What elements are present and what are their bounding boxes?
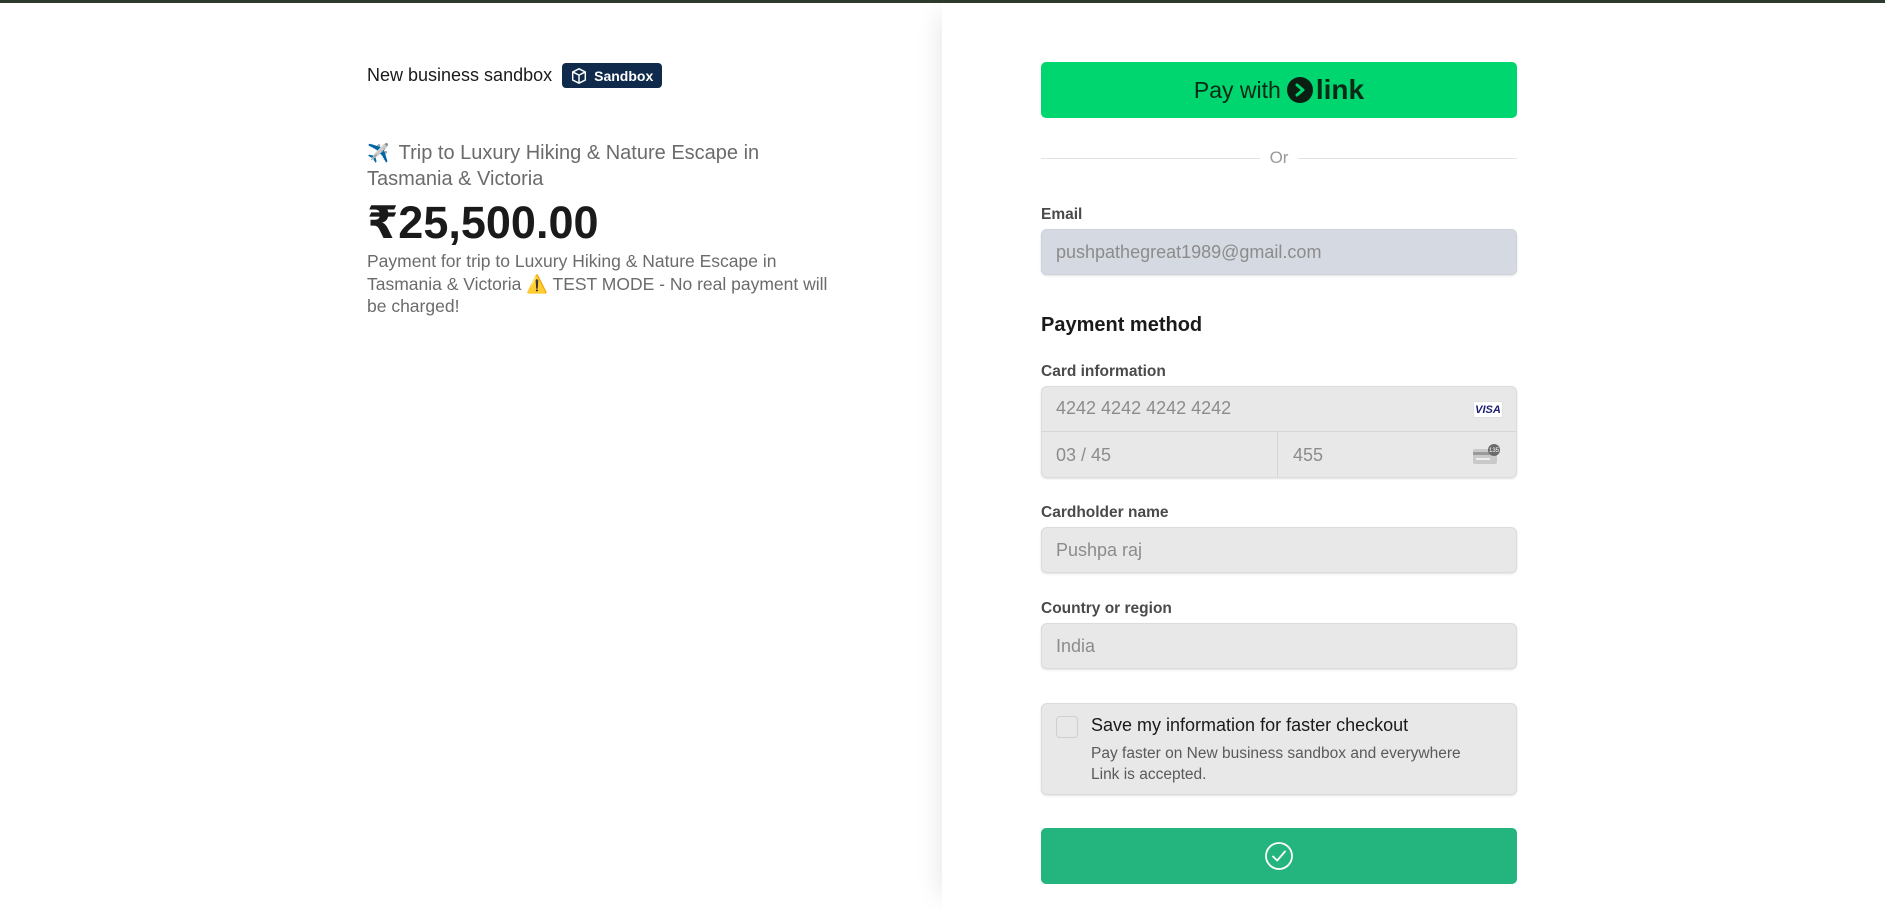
- cvc-card-icon: 135: [1473, 444, 1500, 464]
- sandbox-badge-label: Sandbox: [594, 67, 654, 84]
- merchant-header: New business sandbox Sandbox: [367, 63, 663, 88]
- pay-button[interactable]: [1041, 828, 1517, 884]
- save-info-description: Pay faster on New business sandbox and e…: [1091, 745, 1461, 783]
- or-text: Or: [1269, 148, 1289, 167]
- card-info-group: 4242 4242 4242 4242 VISA 03 / 45 455 135: [1041, 386, 1517, 478]
- card-expiry-field[interactable]: 03 / 45: [1041, 432, 1278, 478]
- divider-line-left: [1041, 157, 1260, 159]
- country-label: Country or region: [1041, 600, 1172, 617]
- business-name: New business sandbox: [367, 65, 553, 85]
- link-arrow-icon: [1286, 77, 1313, 103]
- product-title-text: Trip to Luxury Hiking & Nature Escape in…: [367, 142, 760, 190]
- email-field[interactable]: pushpathegreat1989@gmail.com: [1041, 229, 1517, 275]
- save-info-checkbox[interactable]: [1056, 716, 1078, 738]
- or-divider: Or: [1041, 148, 1518, 168]
- cvc-icon-digits: 135: [1489, 448, 1500, 454]
- card-number-field[interactable]: 4242 4242 4242 4242 VISA: [1041, 386, 1517, 432]
- pay-with-label: Pay with: [1193, 76, 1281, 103]
- total-amount: ₹25,500.00: [367, 197, 599, 248]
- card-number-value: 4242 4242 4242 4242: [1056, 398, 1232, 418]
- save-info-title: Save my information for faster checkout: [1091, 715, 1409, 735]
- box-icon: [572, 67, 587, 84]
- card-cvc-field[interactable]: 455 135: [1278, 432, 1517, 478]
- payment-method-title: Payment method: [1041, 314, 1203, 336]
- airplane-icon: ✈️: [367, 143, 390, 163]
- link-logo: link: [1286, 74, 1365, 106]
- pay-with-link-button[interactable]: Pay with link: [1041, 62, 1517, 118]
- divider-line-right: [1298, 157, 1518, 159]
- save-info-box: Save my information for faster checkout …: [1041, 703, 1517, 795]
- link-brand-text: link: [1315, 74, 1365, 105]
- order-summary-pane: New business sandbox Sandbox ✈️ Trip to …: [0, 3, 942, 908]
- cardholder-name-field[interactable]: Pushpa raj: [1041, 527, 1517, 573]
- product-title: ✈️ Trip to Luxury Hiking & Nature Escape…: [367, 140, 837, 192]
- product-description: Payment for trip to Luxury Hiking & Natu…: [367, 251, 828, 316]
- card-cvc-value: 455: [1293, 444, 1324, 465]
- country-select[interactable]: India: [1041, 623, 1517, 669]
- sandbox-badge: Sandbox: [562, 63, 663, 88]
- card-info-label: Card information: [1041, 363, 1166, 380]
- email-label: Email: [1041, 206, 1083, 223]
- visa-icon: VISA: [1473, 401, 1503, 418]
- check-circle-icon: [1265, 842, 1293, 870]
- cardholder-label: Cardholder name: [1041, 504, 1169, 521]
